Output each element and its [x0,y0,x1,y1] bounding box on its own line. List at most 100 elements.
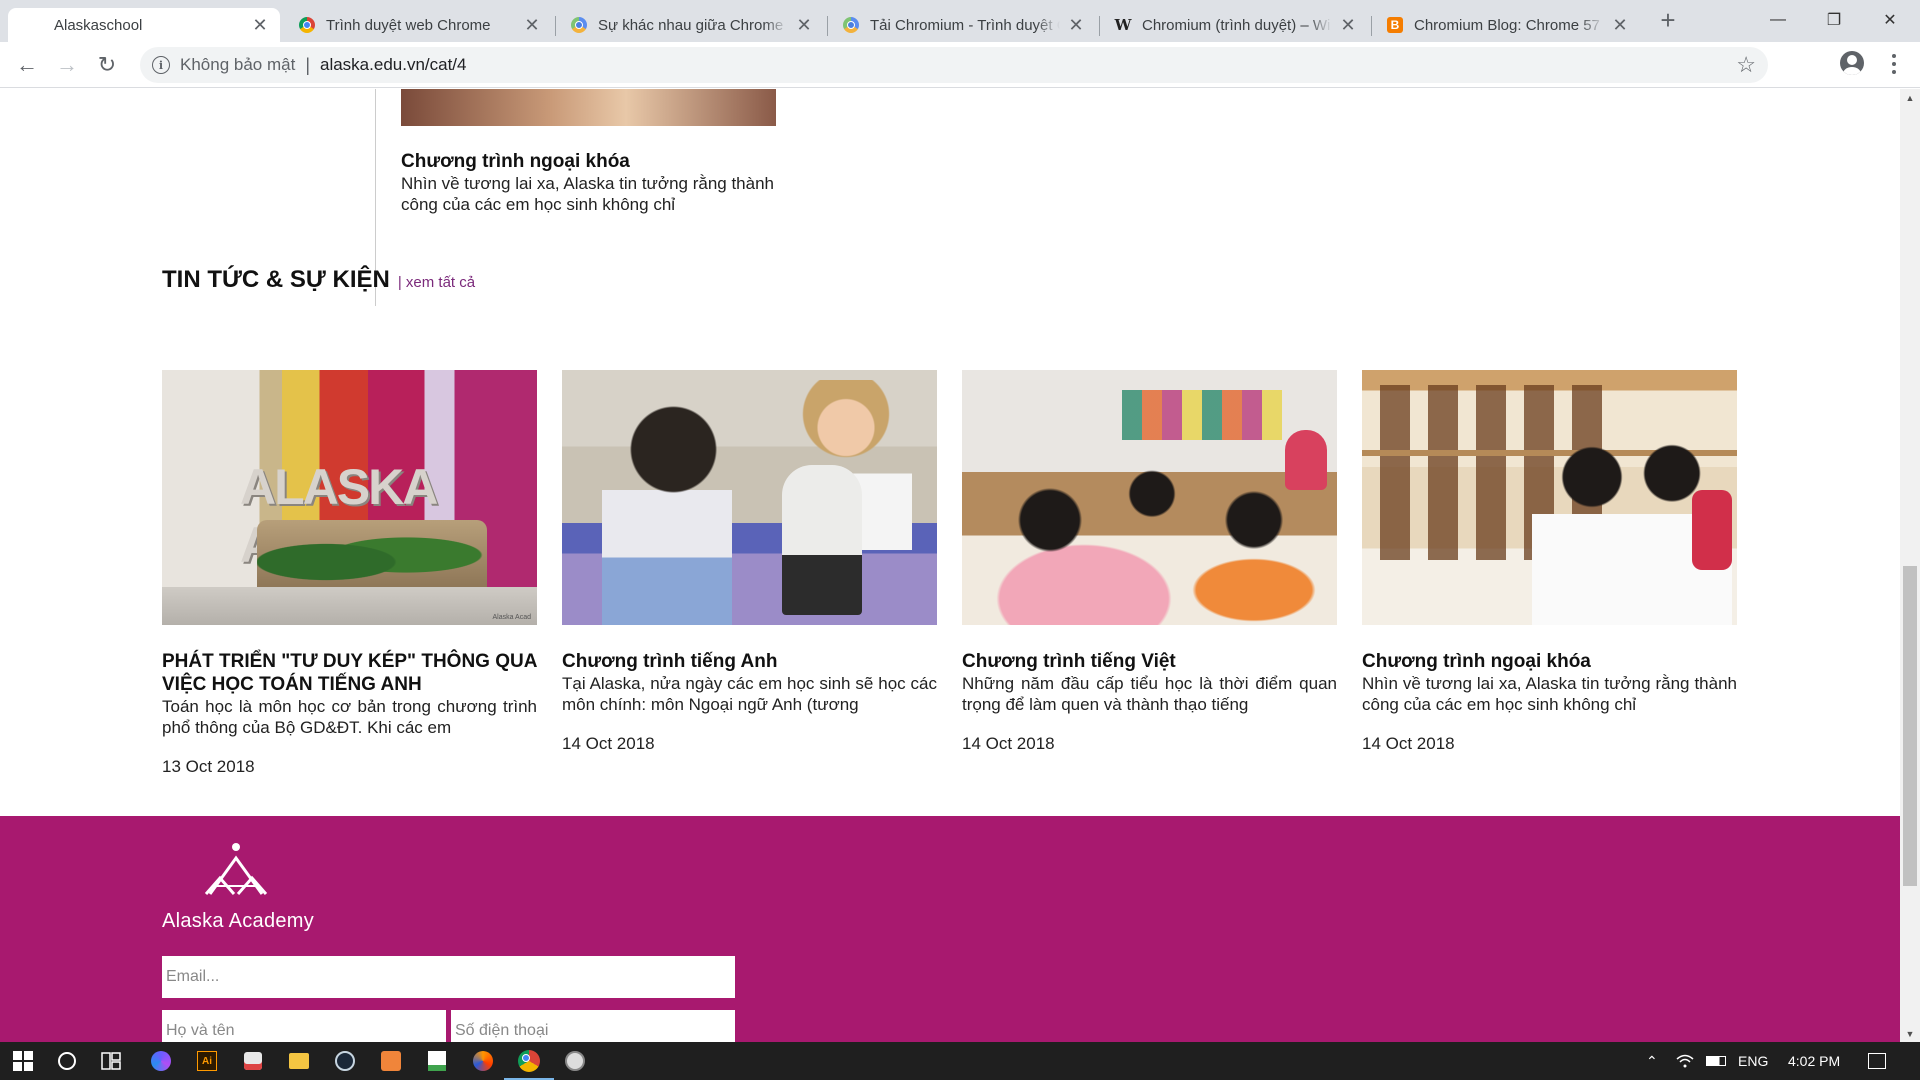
footer-brand-name: Alaska Academy [162,910,315,932]
file-explorer-icon[interactable] [286,1048,312,1074]
utility-icon[interactable] [562,1048,588,1074]
card-description: Nhìn về tương lai xa, Alaska tin tưởng r… [1362,674,1737,714]
footer-logo[interactable]: Alaska Academy [162,842,342,942]
tab-alaskaschool[interactable]: Alaskaschool ✕ [8,8,280,42]
tab-title: Chromium (trình duyệt) – Wi [1142,16,1332,34]
photo-student [602,400,732,625]
page-viewport: Chương trình ngoại khóa Nhìn về tương la… [0,89,1920,1042]
tab-wikipedia-chromium[interactable]: W Chromium (trình duyệt) – Wi ✕ [1102,8,1368,42]
scroll-up-icon[interactable]: ▲ [1900,89,1920,106]
card-date: 14 Oct 2018 [1362,734,1455,753]
tab-chrome-web[interactable]: Trình duyệt web Chrome ✕ [286,8,552,42]
chromium-icon [842,16,860,34]
card-date: 13 Oct 2018 [162,757,255,776]
news-card[interactable]: ALASKA ACADEMY Alaska Acad PHÁT TRIỂN "T… [162,370,537,777]
phone-input[interactable] [451,1010,735,1042]
minimize-button[interactable]: — [1750,0,1806,40]
wifi-icon[interactable] [1676,1042,1694,1080]
cortana-icon[interactable] [54,1048,80,1074]
close-icon[interactable]: ✕ [1608,13,1632,37]
card-title[interactable]: Chương trình tiếng Anh [562,650,937,673]
close-window-button[interactable]: ✕ [1862,0,1918,40]
news-photo[interactable] [562,370,937,625]
security-label[interactable]: Không bảo mật [180,55,295,75]
app-icon[interactable] [240,1048,266,1074]
tab-title: Trình duyệt web Chrome [326,16,516,34]
view-all-link[interactable]: | xem tất cả [398,274,475,291]
reload-button[interactable]: ↻ [92,50,122,80]
news-photo[interactable] [962,370,1337,625]
action-center-icon[interactable] [1868,1042,1886,1080]
email-input[interactable] [162,956,735,998]
news-card[interactable]: Chương trình tiếng Việt Những năm đầu cấ… [962,370,1337,754]
steam-icon[interactable] [332,1048,358,1074]
close-icon[interactable]: ✕ [520,13,544,37]
card-title[interactable]: Chương trình tiếng Việt [962,650,1337,673]
illustrator-icon[interactable]: Ai [194,1048,220,1074]
tab-download-chromium[interactable]: Tải Chromium - Trình duyệt C ✕ [830,8,1096,42]
chrome-icon [298,16,316,34]
firefox-icon[interactable] [470,1048,496,1074]
forward-button[interactable]: → [52,50,82,80]
bookmark-star-icon[interactable]: ☆ [1736,52,1756,78]
task-view-icon[interactable] [98,1048,124,1074]
close-icon[interactable]: ✕ [1064,13,1088,37]
tab-divider [1371,16,1372,36]
scroll-down-icon[interactable]: ▼ [1900,1025,1920,1042]
info-icon[interactable]: i [152,56,170,74]
card-date: 14 Oct 2018 [962,734,1055,753]
close-icon[interactable]: ✕ [792,13,816,37]
spreadsheet-icon[interactable] [424,1048,450,1074]
photo-mascot [1285,430,1327,490]
tab-strip: Alaskaschool ✕ Trình duyệt web Chrome ✕ … [0,0,1920,42]
back-button[interactable]: ← [12,50,42,80]
card-date: 14 Oct 2018 [562,734,655,753]
tab-divider [555,16,556,36]
news-photo[interactable]: ALASKA ACADEMY Alaska Acad [162,370,537,625]
restore-button[interactable]: ❐ [1806,0,1862,40]
url-text[interactable]: alaska.edu.vn/cat/4 [320,55,466,75]
tab-divider [1099,16,1100,36]
browser-menu-icon[interactable] [1884,50,1904,78]
card-photo[interactable] [401,89,776,126]
scrollbar-thumb[interactable] [1903,566,1917,886]
news-card[interactable]: Chương trình tiếng Anh Tại Alaska, nửa n… [562,370,937,754]
full-name-input[interactable] [162,1010,446,1042]
show-hidden-icons-icon[interactable]: ⌃ [1646,1042,1658,1080]
blogger-icon: B [1386,16,1404,34]
close-icon[interactable]: ✕ [1336,13,1360,37]
card-description: Tại Alaska, nửa ngày các em học sinh sẽ … [562,674,937,714]
photo-backpack [1692,490,1732,570]
tab-chromium-blog[interactable]: B Chromium Blog: Chrome 57 ✕ [1374,8,1640,42]
tab-chrome-vs-chromium[interactable]: Sự khác nhau giữa Chrome v ✕ [558,8,824,42]
tab-divider [827,16,828,36]
photo-caption: Alaska Acad [492,614,531,621]
battery-icon[interactable] [1706,1042,1726,1080]
firefox-dev-icon[interactable] [148,1048,174,1074]
tab-title: Sự khác nhau giữa Chrome v [598,16,788,34]
clock-time[interactable]: 4:02 PM [1788,1042,1840,1080]
archive-icon[interactable] [378,1048,404,1074]
photo-microscope [782,465,862,615]
address-bar[interactable]: i Không bảo mật | alaska.edu.vn/cat/4 ☆ [140,47,1768,83]
blank-page-icon [16,16,44,34]
windows-start-icon[interactable] [10,1048,36,1074]
account-avatar-icon[interactable] [1840,51,1864,75]
card-description: Những năm đầu cấp tiểu học là thời điểm … [962,674,1337,714]
new-tab-button[interactable]: + [1654,5,1682,35]
chromium-icon [570,16,588,34]
card-title[interactable]: PHÁT TRIỂN "TƯ DUY KÉP" THÔNG QUA VIỆC H… [162,650,537,696]
wikipedia-icon: W [1114,16,1132,34]
close-icon[interactable]: ✕ [248,13,272,37]
language-indicator[interactable]: ENG [1738,1042,1768,1080]
photo-planter [257,520,487,590]
page-scrollbar[interactable]: ▲ ▼ [1900,89,1920,1042]
news-card[interactable]: Chương trình ngoại khóa Nhìn về tương la… [1362,370,1737,754]
card-title[interactable]: Chương trình ngoại khóa [401,150,776,173]
news-photo[interactable] [1362,370,1737,625]
tab-title: Alaskaschool [54,16,244,34]
card-title[interactable]: Chương trình ngoại khóa [1362,650,1737,673]
chrome-icon[interactable] [504,1048,554,1080]
photo-students [982,450,1322,625]
card-description: Toán học là môn học cơ bản trong chương … [162,697,537,737]
